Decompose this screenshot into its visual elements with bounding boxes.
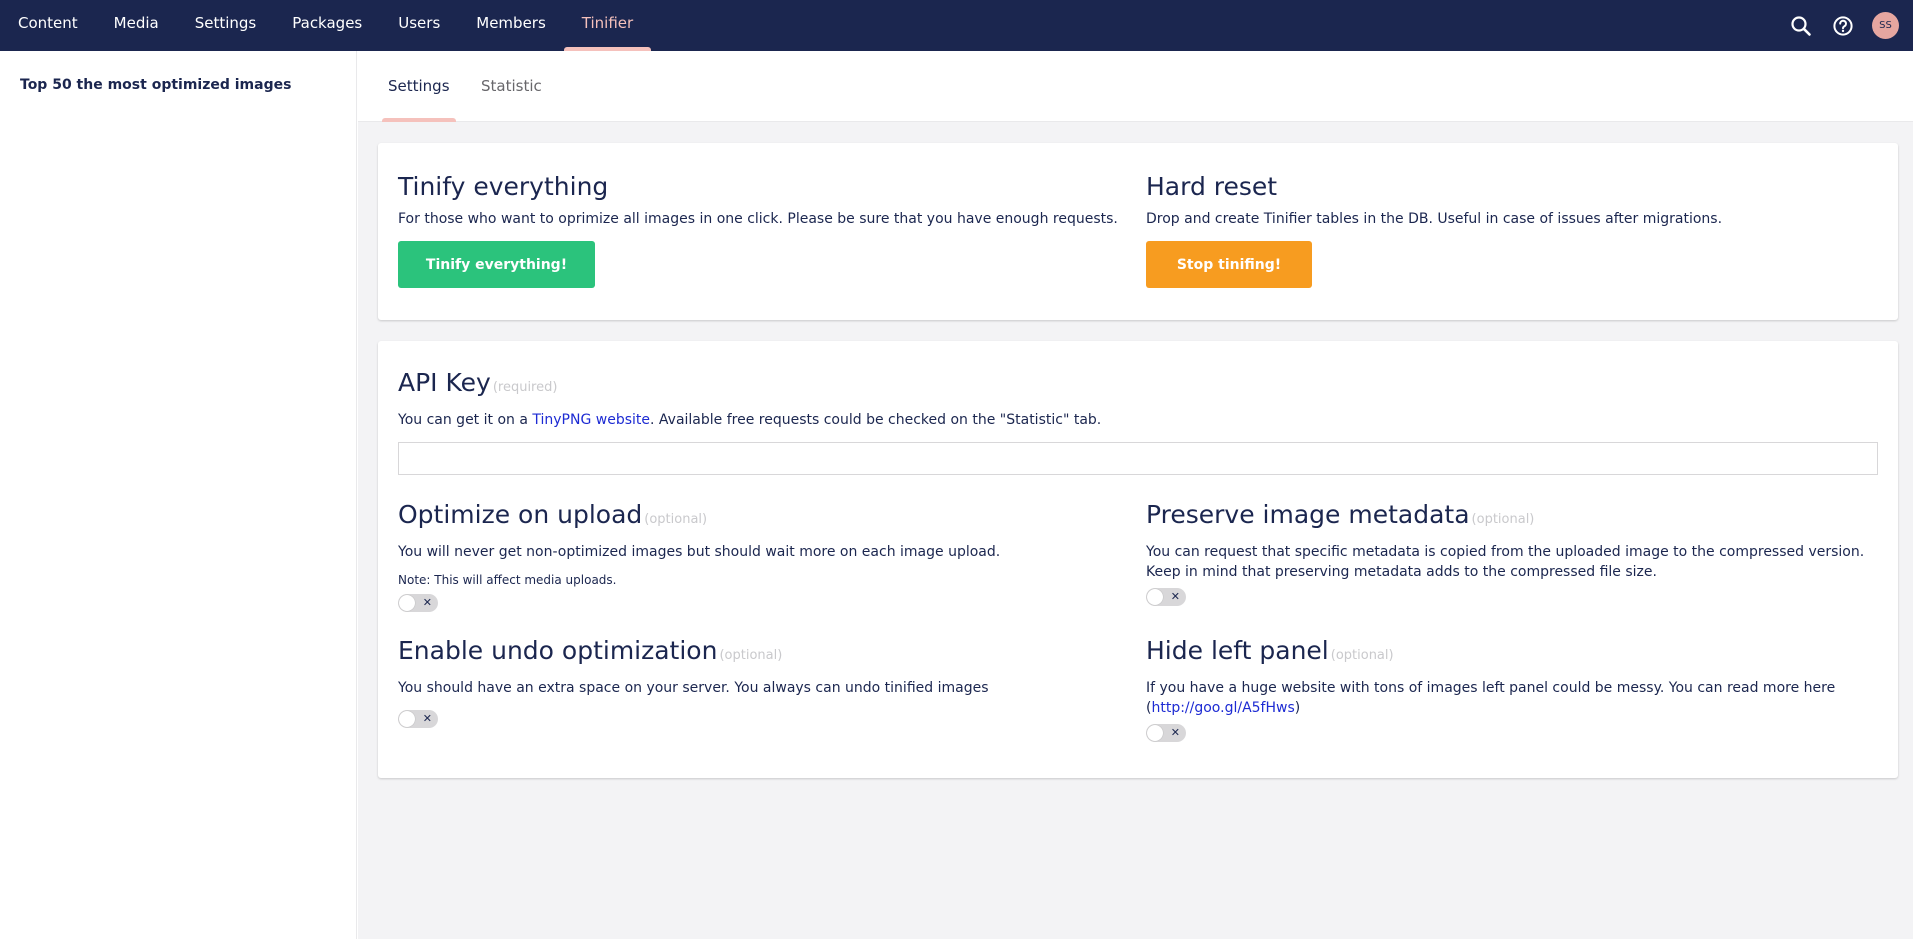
optimize-upload-description: You will never get non-optimized images …	[398, 544, 1001, 560]
hide-panel-description: If you have a huge website with tons of …	[1146, 678, 1876, 718]
left-tree-panel: Top 50 the most optimized images	[0, 51, 357, 939]
help-icon[interactable]	[1830, 13, 1856, 39]
tinify-title: Tinify everything	[398, 172, 609, 201]
preserve-metadata-heading: Preserve image metadata (optional)	[1146, 499, 1876, 536]
search-icon[interactable]	[1788, 13, 1814, 39]
goo-gl-link[interactable]: http://goo.gl/A5fHws	[1151, 700, 1294, 716]
top-navigation-bar: Content Media Settings Packages Users Me…	[0, 0, 1913, 51]
api-key-description: You can get it on a TinyPNG website. Ava…	[398, 410, 1878, 430]
toggle-knob	[399, 711, 415, 727]
undo-toggle[interactable]: ✕	[398, 710, 438, 728]
top-actions: SS	[1788, 0, 1899, 51]
user-avatar[interactable]: SS	[1872, 12, 1899, 39]
stop-tinifing-button[interactable]: Stop tinifing!	[1146, 241, 1312, 288]
nav-item-users[interactable]: Users	[380, 0, 458, 51]
undo-heading: Enable undo optimization (optional)	[398, 635, 1128, 672]
main-nav: Content Media Settings Packages Users Me…	[0, 0, 652, 51]
hide-panel-section: Hide left panel (optional) If you have a …	[1146, 635, 1876, 742]
tree-item-top-50-optimized[interactable]: Top 50 the most optimized images	[20, 77, 291, 93]
nav-item-members[interactable]: Members	[458, 0, 564, 51]
toggle-knob	[1147, 589, 1163, 605]
hide-panel-toggle[interactable]: ✕	[1146, 724, 1186, 742]
hard-reset-section: Hard reset Drop and create Tinifier tabl…	[1146, 171, 1876, 288]
optimize-upload-toggle[interactable]: ✕	[398, 594, 438, 612]
nav-item-packages[interactable]: Packages	[274, 0, 380, 51]
main-content: Settings Statistic Tinify everything For…	[358, 51, 1913, 939]
hard-reset-description: Drop and create Tinifier tables in the D…	[1146, 211, 1723, 227]
undo-description: You should have an extra space on your s…	[398, 680, 989, 696]
hide-panel-desc-after: )	[1294, 700, 1301, 716]
tinify-description: For those who want to oprimize all image…	[398, 211, 1118, 227]
optimize-upload-heading: Optimize on upload (optional)	[398, 499, 1128, 536]
optimize-upload-section: Optimize on upload (optional) You will ne…	[398, 499, 1128, 612]
settings-card: API Key (required) You can get it on a Ti…	[378, 341, 1898, 778]
api-key-section: API Key (required) You can get it on a Ti…	[398, 367, 1878, 475]
optional-tag: (optional)	[1330, 648, 1394, 663]
tinypng-website-link[interactable]: TinyPNG website	[532, 412, 650, 428]
hard-reset-title: Hard reset	[1146, 172, 1278, 201]
hide-panel-heading: Hide left panel (optional)	[1146, 635, 1876, 672]
api-key-title: API Key	[398, 368, 491, 397]
optimize-upload-note: Note: This will affect media uploads.	[398, 573, 617, 587]
tab-settings[interactable]: Settings	[382, 51, 456, 122]
preserve-metadata-title: Preserve image metadata	[1146, 500, 1470, 529]
toggle-off-icon: ✕	[1170, 590, 1180, 603]
optional-tag: (optional)	[719, 648, 783, 663]
toggle-off-icon: ✕	[422, 712, 432, 725]
nav-item-media[interactable]: Media	[96, 0, 177, 51]
tab-bar: Settings Statistic	[358, 51, 1913, 122]
actions-card: Tinify everything For those who want to …	[378, 143, 1898, 320]
undo-section: Enable undo optimization (optional) You s…	[398, 635, 1128, 728]
toggle-knob	[399, 595, 415, 611]
preserve-metadata-description: You can request that specific metadata i…	[1146, 544, 1865, 580]
tinify-section: Tinify everything For those who want to …	[398, 171, 1128, 288]
api-key-desc-after: . Available free requests could be check…	[650, 412, 1102, 428]
optional-tag: (optional)	[644, 512, 708, 527]
optional-tag: (optional)	[1471, 512, 1535, 527]
tinify-everything-button[interactable]: Tinify everything!	[398, 241, 595, 288]
hide-panel-title: Hide left panel	[1146, 636, 1329, 665]
toggle-knob	[1147, 725, 1163, 741]
api-key-heading: API Key (required)	[398, 367, 1878, 404]
nav-item-settings[interactable]: Settings	[177, 0, 275, 51]
api-key-input[interactable]	[398, 442, 1878, 475]
toggle-off-icon: ✕	[1170, 726, 1180, 739]
undo-title: Enable undo optimization	[398, 636, 718, 665]
preserve-metadata-section: Preserve image metadata (optional) You ca…	[1146, 499, 1876, 606]
nav-item-tinifier[interactable]: Tinifier	[563, 0, 652, 51]
required-tag: (required)	[492, 380, 558, 395]
toggle-off-icon: ✕	[422, 596, 432, 609]
optimize-upload-title: Optimize on upload	[398, 500, 643, 529]
api-key-desc-before: You can get it on a	[398, 412, 533, 428]
nav-item-content[interactable]: Content	[0, 0, 96, 51]
tab-statistic[interactable]: Statistic	[481, 51, 542, 122]
preserve-metadata-toggle[interactable]: ✕	[1146, 588, 1186, 606]
